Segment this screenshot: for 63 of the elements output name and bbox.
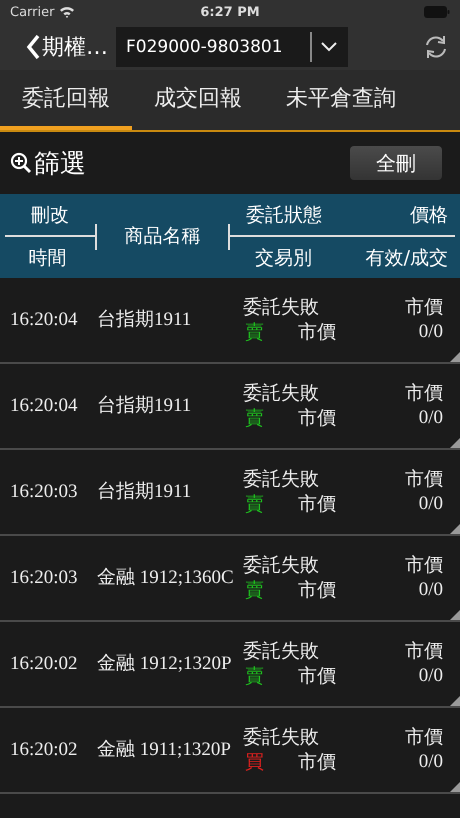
valid-filled-count: 0/0 xyxy=(418,406,443,430)
order-time: 16:20:02 xyxy=(10,653,78,674)
product-name: 台指期1911 xyxy=(97,309,192,330)
back-button[interactable]: 期權… xyxy=(26,32,108,62)
valid-filled-count: 0/0 xyxy=(418,578,443,602)
wifi-icon xyxy=(59,6,76,18)
valid-filled-count: 0/0 xyxy=(418,664,443,688)
order-type: 市價 xyxy=(298,492,336,517)
order-price: 市價 xyxy=(405,725,443,750)
order-price: 市價 xyxy=(405,639,443,664)
tab[interactable]: 未平倉查詢 xyxy=(264,70,418,130)
order-type: 市價 xyxy=(298,320,336,345)
product-name: 台指期1911 xyxy=(97,481,192,502)
order-status: 委託失敗 xyxy=(243,553,320,578)
column-header: 交易別 xyxy=(255,246,312,270)
battery-icon xyxy=(424,6,450,18)
side-label: 賣 xyxy=(245,578,264,603)
product-name: 金融 1912;1360C xyxy=(97,567,234,588)
order-type: 市價 xyxy=(298,664,336,689)
order-type: 市價 xyxy=(298,406,336,431)
order-status: 委託失敗 xyxy=(243,639,320,664)
order-time: 16:20:04 xyxy=(10,309,78,330)
order-status: 委託失敗 xyxy=(243,381,320,406)
order-type: 市價 xyxy=(298,578,336,603)
order-time: 16:20:02 xyxy=(10,739,78,760)
product-name: 金融 1911;1320P xyxy=(97,739,231,760)
side-label: 賣 xyxy=(245,320,264,345)
order-status: 委託失敗 xyxy=(243,725,320,750)
carrier-label: Carrier xyxy=(10,4,54,20)
side-label: 賣 xyxy=(245,492,264,517)
order-price: 市價 xyxy=(405,553,443,578)
side-label: 買 xyxy=(245,750,264,775)
order-time: 16:20:03 xyxy=(10,481,78,502)
column-header: 委託狀態 xyxy=(246,202,322,228)
filter-button[interactable]: 篩選 xyxy=(10,146,86,180)
order-status: 委託失敗 xyxy=(243,467,320,492)
corner-mark xyxy=(450,782,460,792)
side-label: 賣 xyxy=(245,664,264,689)
valid-filled-count: 0/0 xyxy=(418,320,443,344)
column-header: 時間 xyxy=(28,246,68,270)
order-status: 委託失敗 xyxy=(243,295,320,320)
product-name: 台指期1911 xyxy=(97,395,192,416)
zoom-in-icon xyxy=(10,152,32,174)
product-name: 金融 1912;1320P xyxy=(97,653,232,674)
valid-filled-count: 0/0 xyxy=(418,492,443,516)
clock: 6:27 PM xyxy=(199,4,261,20)
account-dropdown[interactable]: F029000-9803801 xyxy=(116,27,348,67)
side-label: 賣 xyxy=(245,406,264,431)
chevron-left-icon xyxy=(26,34,40,60)
column-header: 刪改 xyxy=(5,194,95,237)
valid-filled-count: 0/0 xyxy=(418,750,443,774)
order-time: 16:20:03 xyxy=(10,567,78,588)
column-header: 價格 xyxy=(410,202,448,228)
column-header: 商品名稱 xyxy=(124,224,200,249)
column-header: 有效/成交 xyxy=(366,246,448,270)
tab[interactable]: 成交回報 xyxy=(132,70,264,130)
chevron-down-icon xyxy=(320,42,338,52)
order-time: 16:20:04 xyxy=(10,395,78,416)
order-price: 市價 xyxy=(405,381,443,406)
delete-all-button[interactable]: 全刪 xyxy=(350,146,442,180)
order-price: 市價 xyxy=(405,295,443,320)
order-price: 市價 xyxy=(405,467,443,492)
order-type: 市價 xyxy=(298,750,336,775)
